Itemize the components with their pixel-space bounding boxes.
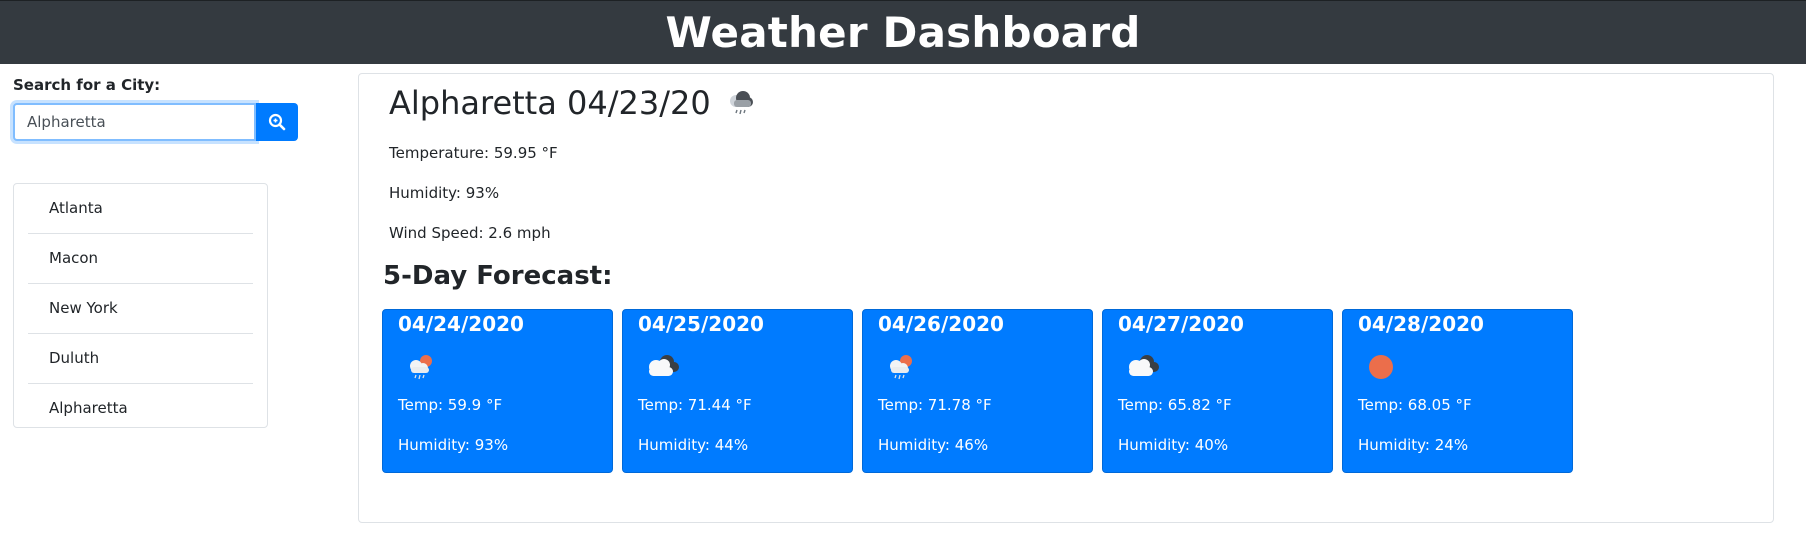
city-item-alpharetta[interactable]: Alpharetta xyxy=(28,384,253,433)
sun-cloud-rain-icon xyxy=(410,355,432,380)
forecast-temp: Temp: 65.82 °F xyxy=(1118,396,1232,414)
sun-cloud-rain-icon xyxy=(890,355,912,380)
current-wind-speed: Wind Speed: 2.6 mph xyxy=(389,224,551,242)
forecast-date: 04/28/2020 xyxy=(1358,312,1484,336)
weather-card: Alpharetta 04/23/20 Temperature: 59.95 °… xyxy=(358,73,1774,523)
broken-clouds-icon xyxy=(1129,355,1159,376)
broken-clouds-icon xyxy=(649,355,679,376)
forecast-humidity: Humidity: 24% xyxy=(1358,436,1469,454)
forecast-temp: Temp: 71.44 °F xyxy=(638,396,752,414)
city-item-duluth[interactable]: Duluth xyxy=(28,334,253,384)
search-panel: Search for a City: xyxy=(13,76,299,141)
forecast-card: 04/27/2020 Temp: 65.82 °F Humidity: 40% xyxy=(1102,309,1333,473)
current-humidity: Humidity: 93% xyxy=(389,184,500,202)
forecast-humidity: Humidity: 46% xyxy=(878,436,989,454)
forecast-date: 04/27/2020 xyxy=(1118,312,1244,336)
forecast-heading: 5-Day Forecast: xyxy=(383,261,613,291)
current-temperature: Temperature: 59.95 °F xyxy=(389,144,558,162)
current-city-date: Alpharetta 04/23/20 xyxy=(389,84,711,122)
forecast-date: 04/25/2020 xyxy=(638,312,764,336)
forecast-humidity: Humidity: 40% xyxy=(1118,436,1229,454)
forecast-card: 04/26/2020 Temp: 71.78 °F Humidity: 46% xyxy=(862,309,1093,473)
search-icon xyxy=(268,113,286,131)
city-item-macon[interactable]: Macon xyxy=(28,234,253,284)
forecast-card: 04/28/2020 Temp: 68.05 °F Humidity: 24% xyxy=(1342,309,1573,473)
forecast-temp: Temp: 59.9 °F xyxy=(398,396,503,414)
rain-cloud-icon xyxy=(729,91,753,115)
search-label: Search for a City: xyxy=(13,76,161,94)
search-button[interactable] xyxy=(256,103,298,141)
forecast-humidity: Humidity: 44% xyxy=(638,436,749,454)
forecast-card: 04/25/2020 Temp: 71.44 °F Humidity: 44% xyxy=(622,309,853,473)
forecast-humidity: Humidity: 93% xyxy=(398,436,509,454)
search-row xyxy=(13,103,299,141)
forecast-temp: Temp: 71.78 °F xyxy=(878,396,992,414)
city-history-list: Atlanta Macon New York Duluth Alpharetta xyxy=(13,183,268,428)
forecast-date: 04/24/2020 xyxy=(398,312,524,336)
forecast-card: 04/24/2020 Temp: 59.9 °F Humidity: 93% xyxy=(382,309,613,473)
forecast-date: 04/26/2020 xyxy=(878,312,1004,336)
navbar: Weather Dashboard xyxy=(0,0,1806,64)
search-input[interactable] xyxy=(13,103,256,141)
sun-icon xyxy=(1369,355,1393,379)
forecast-temp: Temp: 68.05 °F xyxy=(1358,396,1472,414)
current-weather-title: Alpharetta 04/23/20 xyxy=(389,84,757,122)
city-item-atlanta[interactable]: Atlanta xyxy=(28,184,253,234)
forecast-row: 04/24/2020 Temp: 59.9 °F Humidity: 93% 0… xyxy=(382,309,1582,473)
city-item-new-york[interactable]: New York xyxy=(28,284,253,334)
page-title: Weather Dashboard xyxy=(665,8,1141,57)
